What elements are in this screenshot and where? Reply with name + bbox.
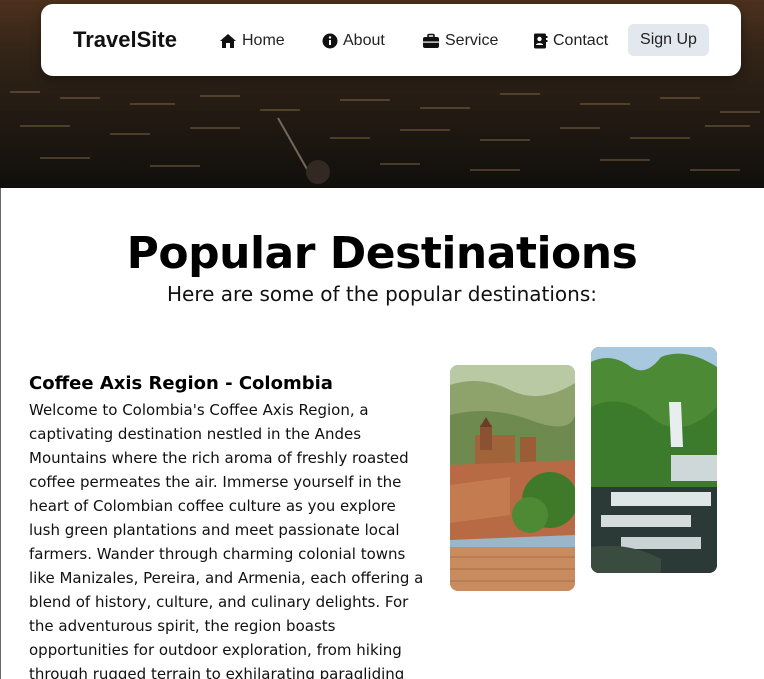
contact-card-icon	[534, 33, 548, 49]
destination-title: Coffee Axis Region - Colombia	[29, 373, 333, 394]
nav-home-label: Home	[242, 32, 285, 49]
waterfall-image	[591, 347, 717, 573]
waterfall-photo	[591, 347, 717, 573]
info-icon	[322, 33, 338, 49]
page-title: Popular Destinations	[126, 228, 638, 279]
nav-service[interactable]: Service	[422, 32, 498, 50]
town-photo	[450, 365, 575, 591]
nav-home[interactable]: Home	[219, 32, 285, 50]
nav-service-label: Service	[445, 32, 499, 49]
nav-about[interactable]: About	[322, 32, 385, 50]
nav-contact[interactable]: Contact	[532, 32, 608, 50]
nav-contact-label: Contact	[553, 32, 609, 49]
colonial-town-image	[450, 365, 575, 591]
home-icon	[220, 34, 236, 48]
nav-about-label: About	[343, 32, 385, 49]
briefcase-icon	[423, 33, 439, 48]
destination-description: Welcome to Colombia's Coffee Axis Region…	[29, 401, 424, 679]
page-subtitle: Here are some of the popular destination…	[166, 282, 598, 306]
navbar: TravelSite Home About Service Contact Si…	[41, 4, 741, 76]
sign-up-button[interactable]: Sign Up	[628, 24, 709, 56]
brand-logo[interactable]: TravelSite	[73, 27, 177, 53]
